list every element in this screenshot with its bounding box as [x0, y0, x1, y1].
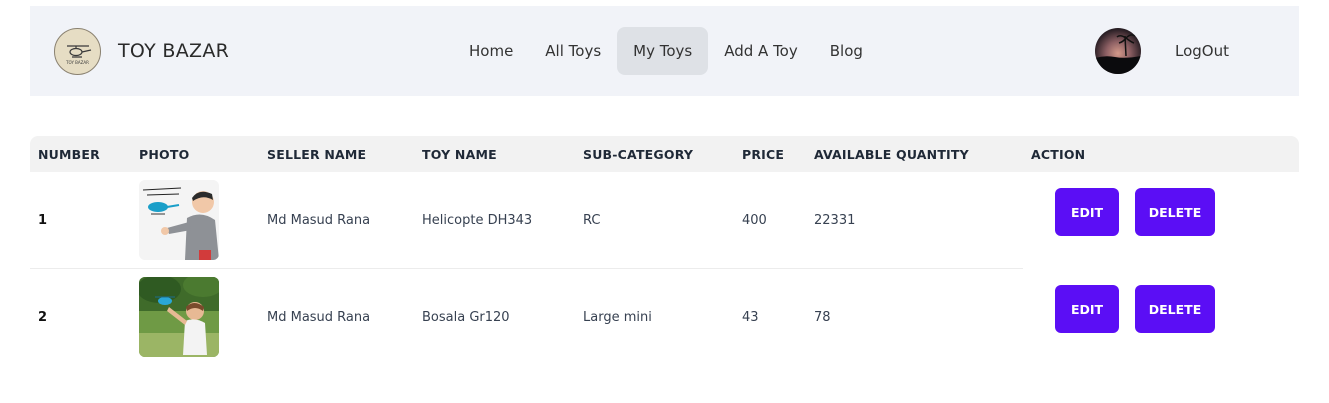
available-quantity: 22331: [814, 213, 856, 228]
toy-photo: [139, 277, 219, 357]
my-toys-table: NUMBER PHOTO SELLER NAME TOY NAME SUB-CA…: [30, 136, 1299, 366]
toy-photo: [139, 180, 219, 260]
nav-blog[interactable]: Blog: [814, 27, 879, 75]
table-row: 1 Md Masud Rana Helicopte DH343 RC 400 2…: [30, 172, 1299, 269]
edit-button[interactable]: EDIT: [1055, 188, 1119, 236]
price: 400: [742, 213, 767, 228]
logo-caption: TOY BAZAR: [66, 59, 89, 65]
logout-link[interactable]: LogOut: [1175, 42, 1229, 60]
seller-name: Md Masud Rana: [267, 310, 371, 325]
header-price: PRICE: [742, 146, 785, 162]
brand[interactable]: TOY BAZAR TOY BAZAR: [54, 27, 229, 75]
header-seller-name: SELLER NAME: [267, 146, 367, 162]
header-photo: PHOTO: [139, 146, 190, 162]
edit-button[interactable]: EDIT: [1055, 285, 1119, 333]
brand-name[interactable]: TOY BAZAR: [118, 40, 229, 62]
header-number: NUMBER: [38, 146, 100, 162]
toy-name: Helicopte DH343: [422, 213, 533, 228]
header-available-quantity: AVAILABLE QUANTITY: [814, 146, 969, 162]
sub-category: Large mini: [583, 310, 652, 325]
toy-name: Bosala Gr120: [422, 310, 510, 325]
header-action: ACTION: [1031, 146, 1086, 162]
row-number: 2: [38, 310, 48, 325]
delete-button[interactable]: DELETE: [1135, 285, 1215, 333]
delete-button[interactable]: DELETE: [1135, 188, 1215, 236]
header-toy-name: TOY NAME: [422, 146, 497, 162]
table-header: NUMBER PHOTO SELLER NAME TOY NAME SUB-CA…: [30, 136, 1299, 172]
nav-all-toys[interactable]: All Toys: [529, 27, 617, 75]
row-number: 1: [38, 213, 48, 228]
table-row: 2 Md Masud Rana Bosala Gr120 Large mini …: [30, 269, 1299, 366]
nav-home[interactable]: Home: [453, 27, 529, 75]
nav-links: Home All Toys My Toys Add A Toy Blog: [453, 27, 879, 75]
header-sub-category: SUB-CATEGORY: [583, 146, 694, 162]
sub-category: RC: [583, 213, 601, 228]
price: 43: [742, 310, 759, 325]
available-quantity: 78: [814, 310, 831, 325]
nav-my-toys[interactable]: My Toys: [617, 27, 709, 75]
navbar: TOY BAZAR TOY BAZAR Home All Toys My Toy…: [30, 6, 1299, 96]
brand-logo-icon[interactable]: TOY BAZAR: [54, 27, 101, 75]
nav-add-a-toy[interactable]: Add A Toy: [708, 27, 814, 75]
user-avatar[interactable]: [1095, 28, 1141, 74]
seller-name: Md Masud Rana: [267, 213, 371, 228]
